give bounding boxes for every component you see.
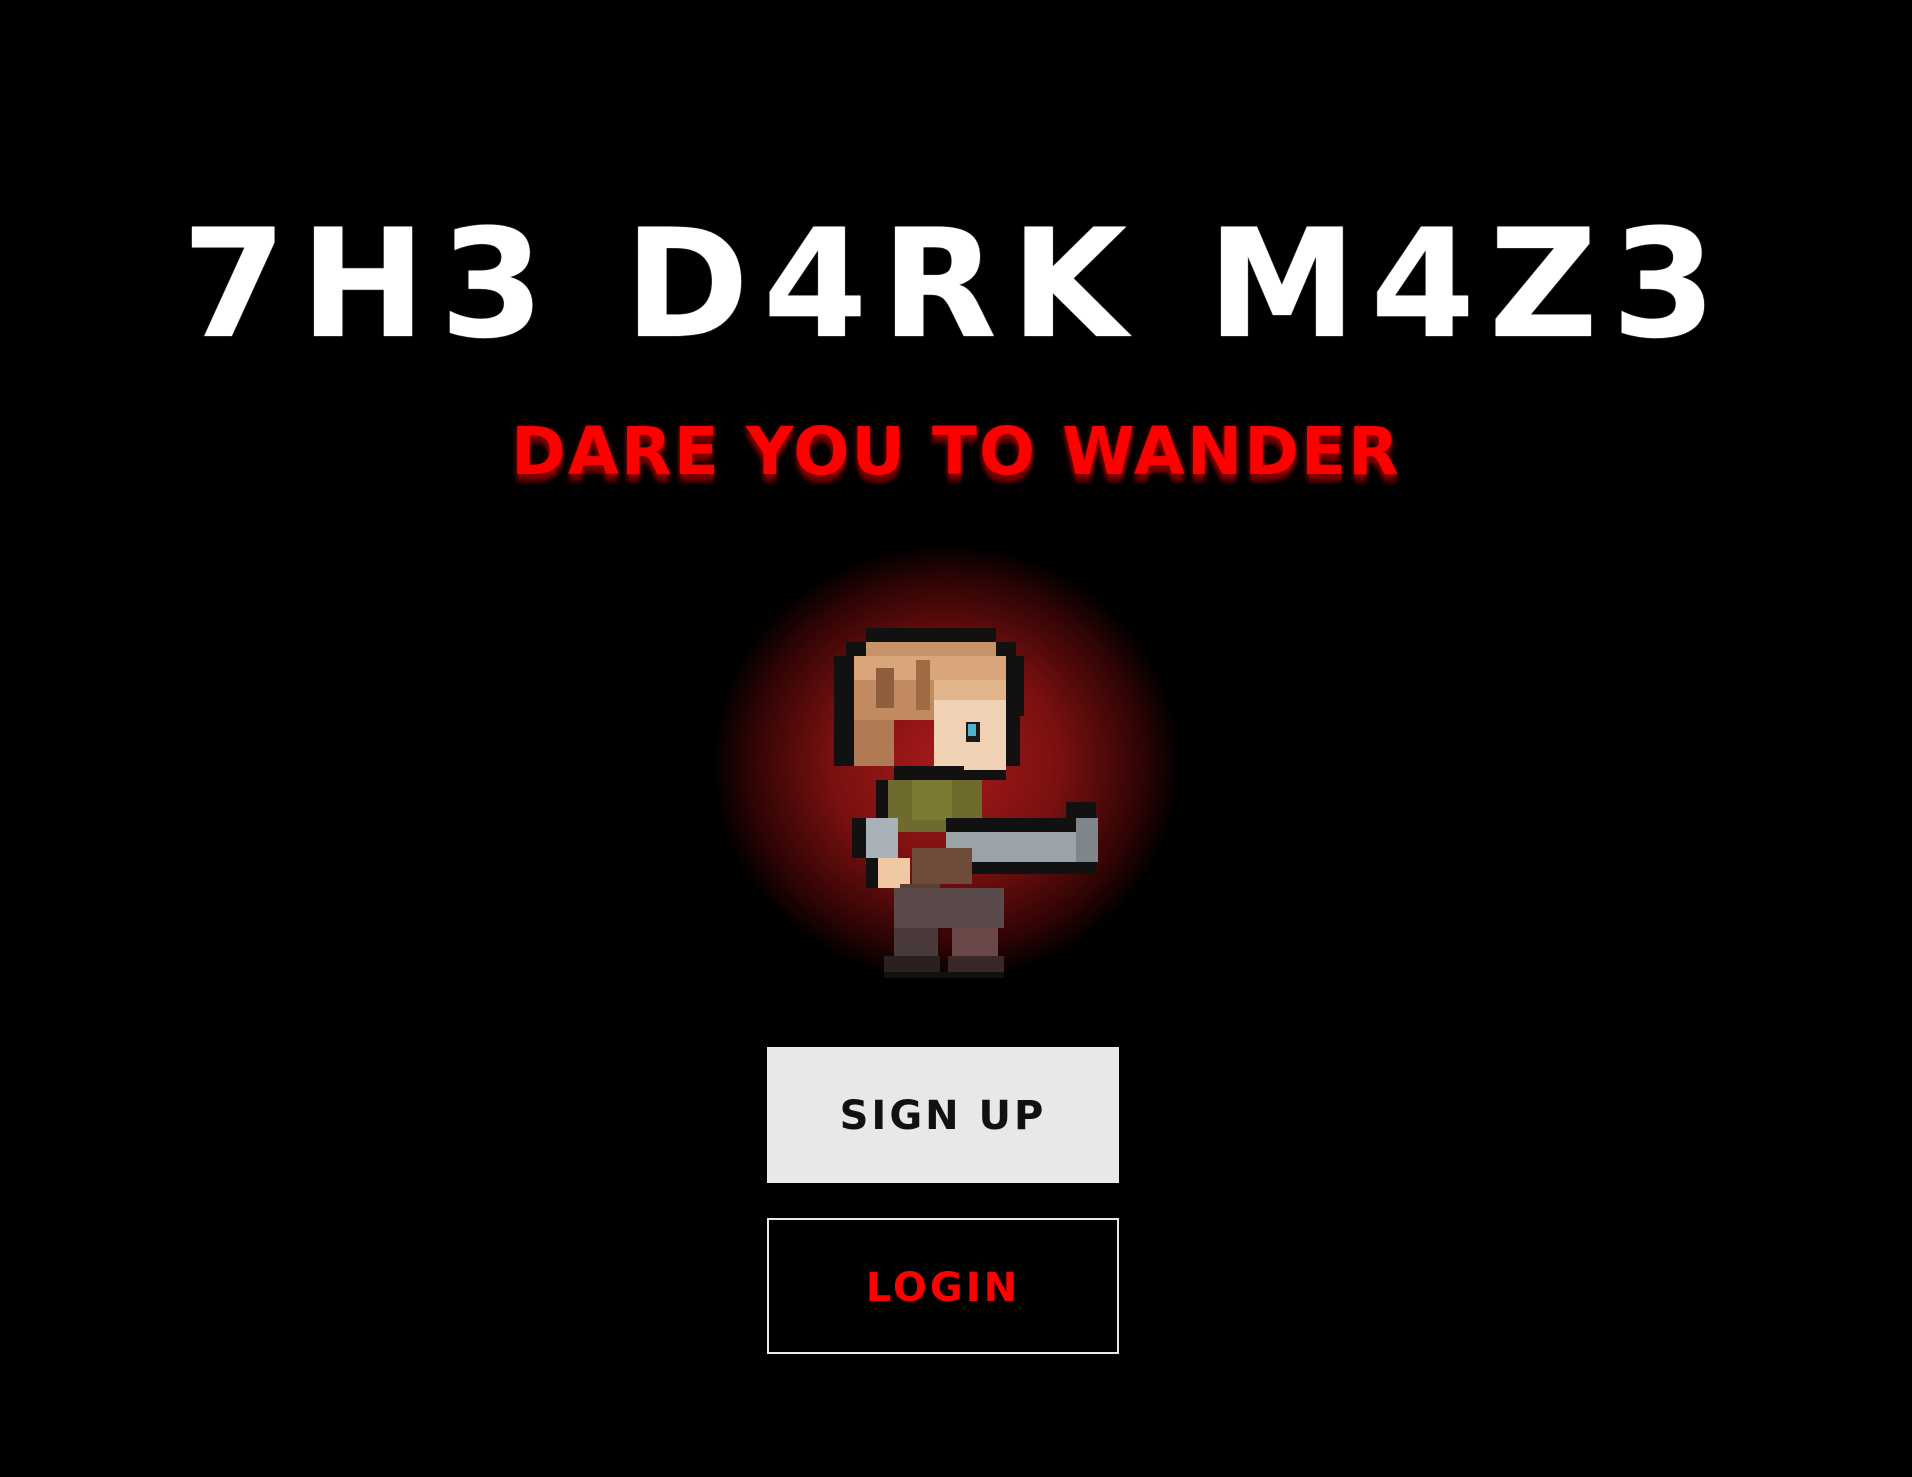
title-screen: 7H3 D4RK M4Z3 DARE YOU TO WANDER SIGN UP…: [0, 0, 1912, 1477]
pixel-soldier-icon: [834, 628, 1098, 978]
hero-portrait: [716, 548, 1176, 978]
login-button[interactable]: LOGIN: [767, 1218, 1119, 1354]
game-title: 7H3 D4RK M4Z3: [181, 198, 1731, 372]
game-tagline: DARE YOU TO WANDER: [511, 413, 1401, 490]
signup-button[interactable]: SIGN UP: [767, 1047, 1119, 1183]
